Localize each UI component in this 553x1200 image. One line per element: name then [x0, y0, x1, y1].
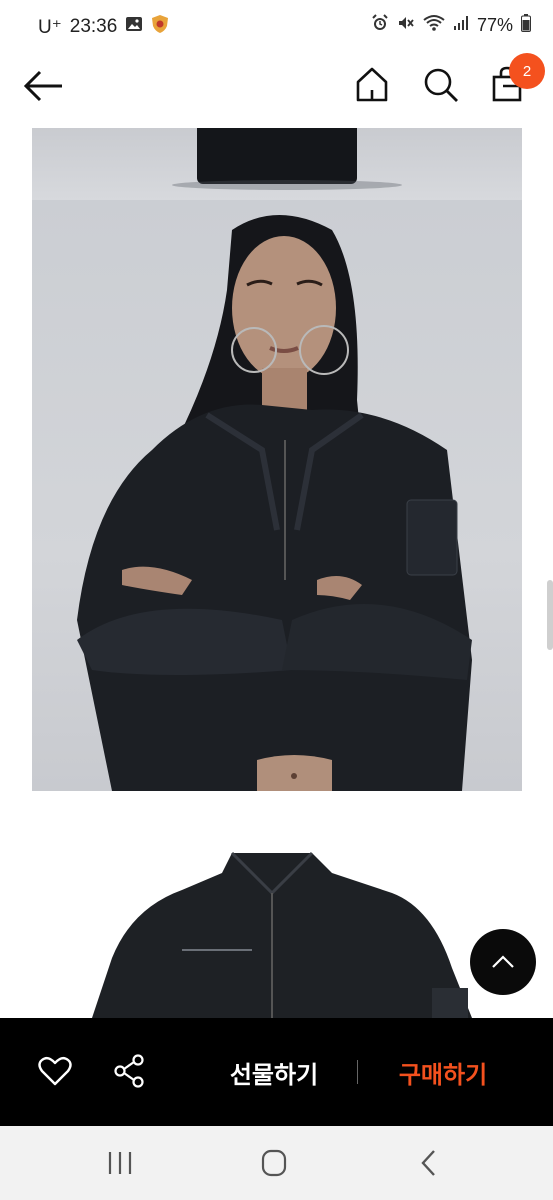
wifi-icon — [423, 14, 445, 37]
wishlist-heart-icon[interactable] — [38, 1055, 72, 1087]
carrier-label: U⁺ — [38, 16, 62, 38]
scroll-to-top-button[interactable] — [470, 929, 536, 995]
scrollbar[interactable] — [547, 580, 553, 650]
product-photo-jacket — [32, 818, 522, 1018]
back-arrow-icon[interactable] — [22, 66, 66, 106]
gift-button[interactable]: 선물하기 — [210, 1052, 338, 1092]
buy-button[interactable]: 구매하기 — [378, 1052, 508, 1092]
status-left: U⁺ 23:36 — [38, 14, 169, 40]
back-chevron-icon[interactable] — [416, 1148, 444, 1178]
alarm-icon — [371, 14, 389, 37]
battery-percent: 77% — [476, 15, 513, 35]
signal-icon — [453, 15, 469, 36]
search-icon[interactable] — [420, 64, 462, 104]
home-icon[interactable] — [352, 64, 392, 104]
status-bar: U⁺ 23:36 77% — [0, 0, 553, 52]
product-photo-model — [32, 200, 522, 791]
cart-count-badge[interactable]: 2 — [509, 53, 545, 89]
recents-icon[interactable] — [104, 1148, 136, 1178]
purchase-action-bar: 선물하기 구매하기 — [0, 1018, 553, 1126]
mute-icon — [397, 14, 415, 37]
battery-icon — [521, 14, 531, 37]
action-divider — [357, 1060, 358, 1084]
gallery-icon — [125, 15, 143, 39]
share-icon[interactable] — [112, 1053, 146, 1089]
shield-app-icon — [151, 14, 169, 40]
product-photo-trousers — [32, 128, 522, 200]
chevron-up-icon — [492, 955, 514, 968]
product-detail-content[interactable] — [0, 128, 553, 1018]
home-circle-icon[interactable] — [258, 1148, 290, 1178]
app-header: 2 — [0, 52, 553, 128]
system-navigation-bar — [0, 1126, 553, 1200]
status-right: 77% — [371, 14, 531, 37]
clock: 23:36 — [69, 16, 118, 37]
